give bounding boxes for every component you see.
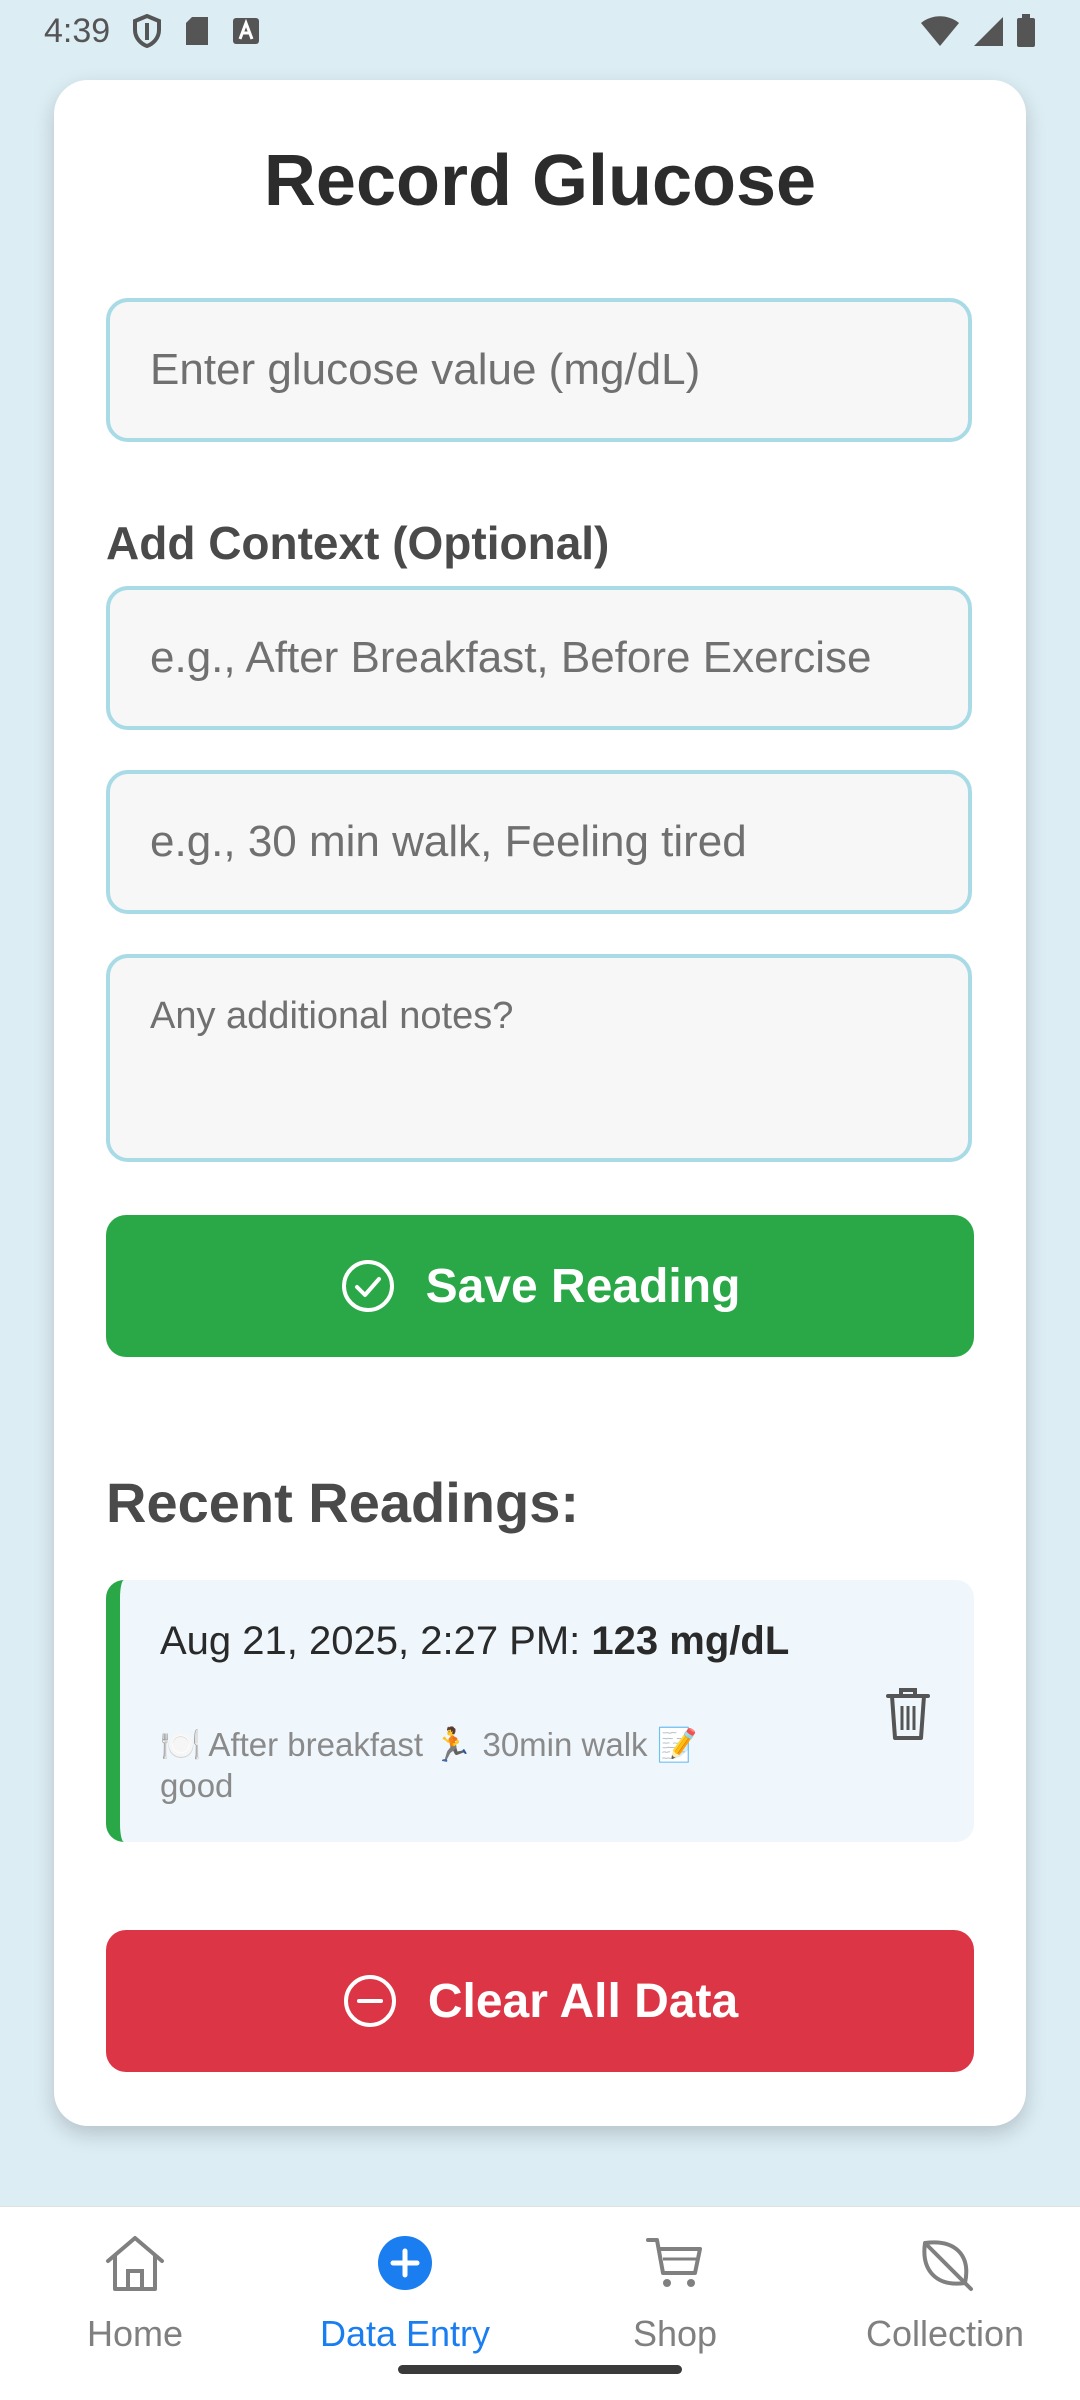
reading-item: Aug 21, 2025, 2:27 PM: 123 mg/dL 🍽️ Afte… xyxy=(106,1580,974,1842)
wifi-icon xyxy=(920,15,960,47)
nav-item-collection[interactable]: Collection xyxy=(810,2227,1080,2357)
nav-label-home: Home xyxy=(86,2313,184,2354)
plus-circle-icon xyxy=(369,2227,441,2299)
delete-reading-button[interactable] xyxy=(880,1684,936,1744)
clear-all-data-label: Clear All Data xyxy=(427,1974,739,2028)
cart-icon xyxy=(639,2227,711,2299)
nav-label-data-entry: Data Entry xyxy=(319,2313,491,2354)
status-bar: 4:39 xyxy=(0,0,1080,62)
context-label: Add Context (Optional) xyxy=(106,517,610,569)
nav-label-collection: Collection xyxy=(865,2313,1025,2354)
save-reading-button[interactable]: Save Reading xyxy=(106,1215,974,1357)
check-circle-icon xyxy=(340,1258,396,1314)
reading-value: 123 mg/dL xyxy=(591,1619,790,1663)
shield-icon xyxy=(132,14,162,48)
signal-icon xyxy=(972,15,1004,47)
status-time: 4:39 xyxy=(44,11,111,50)
home-icon xyxy=(99,2227,171,2299)
sd-card-icon xyxy=(184,15,210,47)
glucose-value-input[interactable] xyxy=(106,298,972,442)
nav-item-data-entry[interactable]: Data Entry xyxy=(270,2227,540,2357)
font-icon xyxy=(232,17,260,45)
save-reading-label: Save Reading xyxy=(425,1259,741,1313)
nav-label-shop: Shop xyxy=(632,2313,718,2354)
clear-all-data-button[interactable]: Clear All Data xyxy=(106,1930,974,2072)
home-indicator[interactable] xyxy=(398,2365,682,2374)
leaf-icon xyxy=(909,2227,981,2299)
reading-timestamp: Aug 21, 2025, 2:27 PM: xyxy=(160,1619,581,1663)
nav-item-home[interactable]: Home xyxy=(0,2227,270,2357)
meal-context-input[interactable] xyxy=(106,586,972,730)
page-title: Record Glucose xyxy=(263,141,817,221)
notes-textarea[interactable] xyxy=(106,954,972,1162)
reading-meal: 🍽️ After breakfast xyxy=(160,1726,424,1763)
reading-activity: 🏃 30min walk xyxy=(432,1726,648,1763)
reading-context: 🍽️ After breakfast 🏃 30min walk 📝 good xyxy=(160,1724,780,1806)
minus-circle-icon xyxy=(342,1973,398,2029)
recent-readings-title: Recent Readings: xyxy=(106,1471,579,1534)
battery-icon xyxy=(1016,14,1036,48)
nav-item-shop[interactable]: Shop xyxy=(540,2227,810,2357)
reading-summary: Aug 21, 2025, 2:27 PM: 123 mg/dL xyxy=(160,1616,800,1666)
trash-icon xyxy=(880,1688,936,1748)
activity-context-input[interactable] xyxy=(106,770,972,914)
